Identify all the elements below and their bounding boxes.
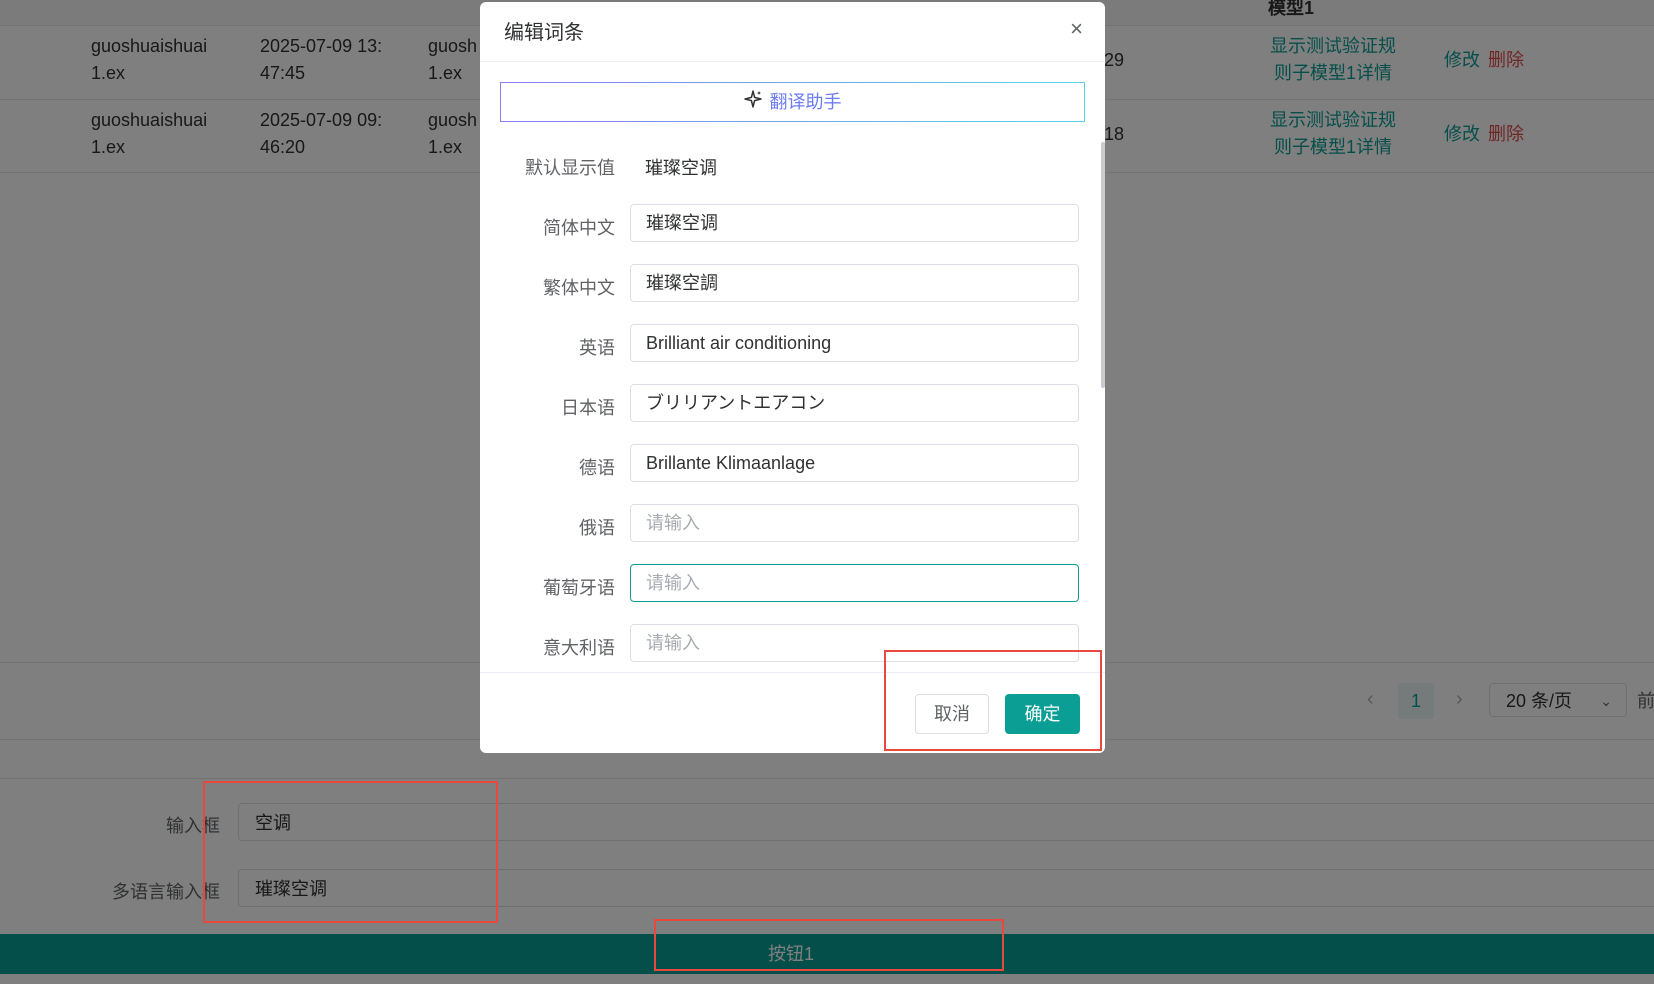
field-label-it: 意大利语 bbox=[543, 638, 615, 658]
field-input-en[interactable]: Brilliant air conditioning bbox=[630, 324, 1079, 362]
dialog-body: 默认显示值 璀璨空调 简体中文 璀璨空调 繁体中文 璀璨空調 英语 Brilli… bbox=[480, 132, 1105, 672]
field-label-zh-hant: 繁体中文 bbox=[543, 278, 615, 298]
field-input-ru[interactable]: 请输入 bbox=[630, 504, 1079, 542]
field-label-zh-hans: 简体中文 bbox=[543, 218, 615, 238]
field-input-zh-hant[interactable]: 璀璨空調 bbox=[630, 264, 1079, 302]
field-label-ja: 日本语 bbox=[561, 398, 615, 418]
dialog-title: 编辑词条 bbox=[504, 22, 584, 44]
field-label-de: 德语 bbox=[579, 458, 615, 478]
default-value-label: 默认显示值 bbox=[525, 158, 615, 178]
annotation-box bbox=[884, 650, 1102, 751]
field-input-pt[interactable]: 请输入 bbox=[630, 564, 1079, 602]
field-label-en: 英语 bbox=[579, 338, 615, 358]
default-value: 璀璨空调 bbox=[645, 158, 717, 178]
close-icon[interactable]: × bbox=[1070, 16, 1083, 42]
edit-entry-dialog: 编辑词条 × 翻译助手 默认显示值 璀璨空调 简体中文 璀璨空调 繁体中文 璀璨… bbox=[480, 2, 1105, 753]
annotation-box bbox=[654, 919, 1004, 971]
field-input-ja[interactable]: ブリリアントエアコン bbox=[630, 384, 1079, 422]
translate-assistant-button[interactable]: 翻译助手 bbox=[500, 82, 1085, 122]
divider bbox=[480, 61, 1105, 62]
scrollbar[interactable] bbox=[1101, 142, 1105, 388]
field-label-ru: 俄语 bbox=[579, 518, 615, 538]
translate-assistant-label: 翻译助手 bbox=[769, 92, 842, 112]
field-input-de[interactable]: Brillante Klimaanlage bbox=[630, 444, 1079, 482]
annotation-box bbox=[203, 781, 498, 923]
field-input-zh-hans[interactable]: 璀璨空调 bbox=[630, 204, 1079, 242]
sparkle-icon bbox=[743, 83, 762, 121]
field-label-pt: 葡萄牙语 bbox=[543, 578, 615, 598]
